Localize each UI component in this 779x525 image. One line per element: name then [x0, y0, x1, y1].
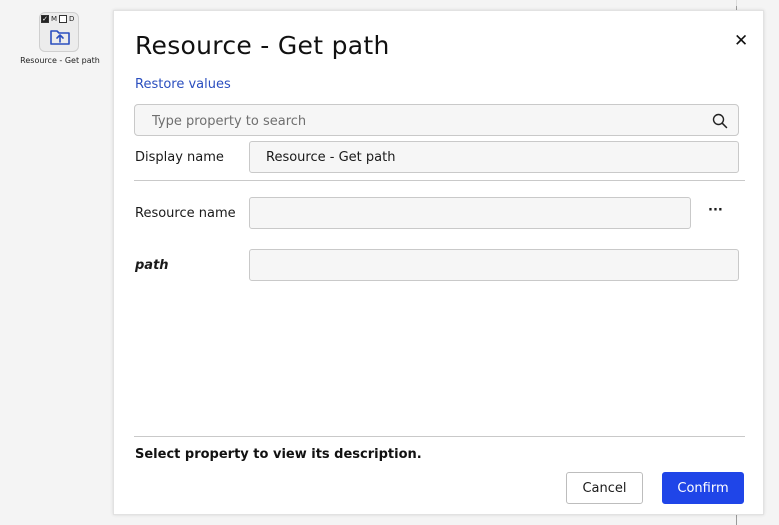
confirm-button[interactable]: Confirm: [662, 472, 744, 504]
cancel-button[interactable]: Cancel: [566, 472, 643, 504]
property-description: Select property to view its description.: [135, 447, 422, 462]
node-box[interactable]: ✓ M D: [39, 12, 79, 52]
node-flag-m: M: [51, 15, 58, 23]
canvas-tick-bottom: [736, 514, 737, 525]
folder-upload-icon: [50, 30, 70, 45]
display-name-field[interactable]: [249, 141, 739, 173]
resource-name-field[interactable]: [249, 197, 691, 229]
resource-name-label: Resource name: [135, 206, 236, 221]
properties-dialog: Resource - Get path ✕ Restore values Dis…: [113, 10, 764, 515]
section-divider: [134, 180, 745, 181]
search-icon[interactable]: [712, 113, 728, 129]
node-flags: ✓ M D: [41, 14, 74, 24]
more-options-button[interactable]: ···: [708, 203, 723, 218]
path-field[interactable]: [249, 249, 739, 281]
search-input[interactable]: [150, 105, 694, 137]
close-icon[interactable]: ✕: [734, 31, 748, 51]
node-flag-d: D: [69, 15, 75, 23]
path-label: path: [135, 258, 169, 273]
dialog-title: Resource - Get path: [135, 31, 390, 60]
checkbox-icon[interactable]: ✓: [41, 15, 49, 23]
display-name-label: Display name: [135, 150, 224, 165]
path-input[interactable]: [250, 250, 738, 280]
node-label: Resource - Get path: [20, 56, 100, 65]
display-name-input[interactable]: [250, 142, 738, 172]
description-divider: [134, 436, 745, 437]
resource-name-input[interactable]: [250, 198, 690, 228]
checkbox-icon[interactable]: [59, 15, 68, 23]
property-search[interactable]: [134, 104, 739, 137]
restore-values-link[interactable]: Restore values: [135, 77, 231, 92]
